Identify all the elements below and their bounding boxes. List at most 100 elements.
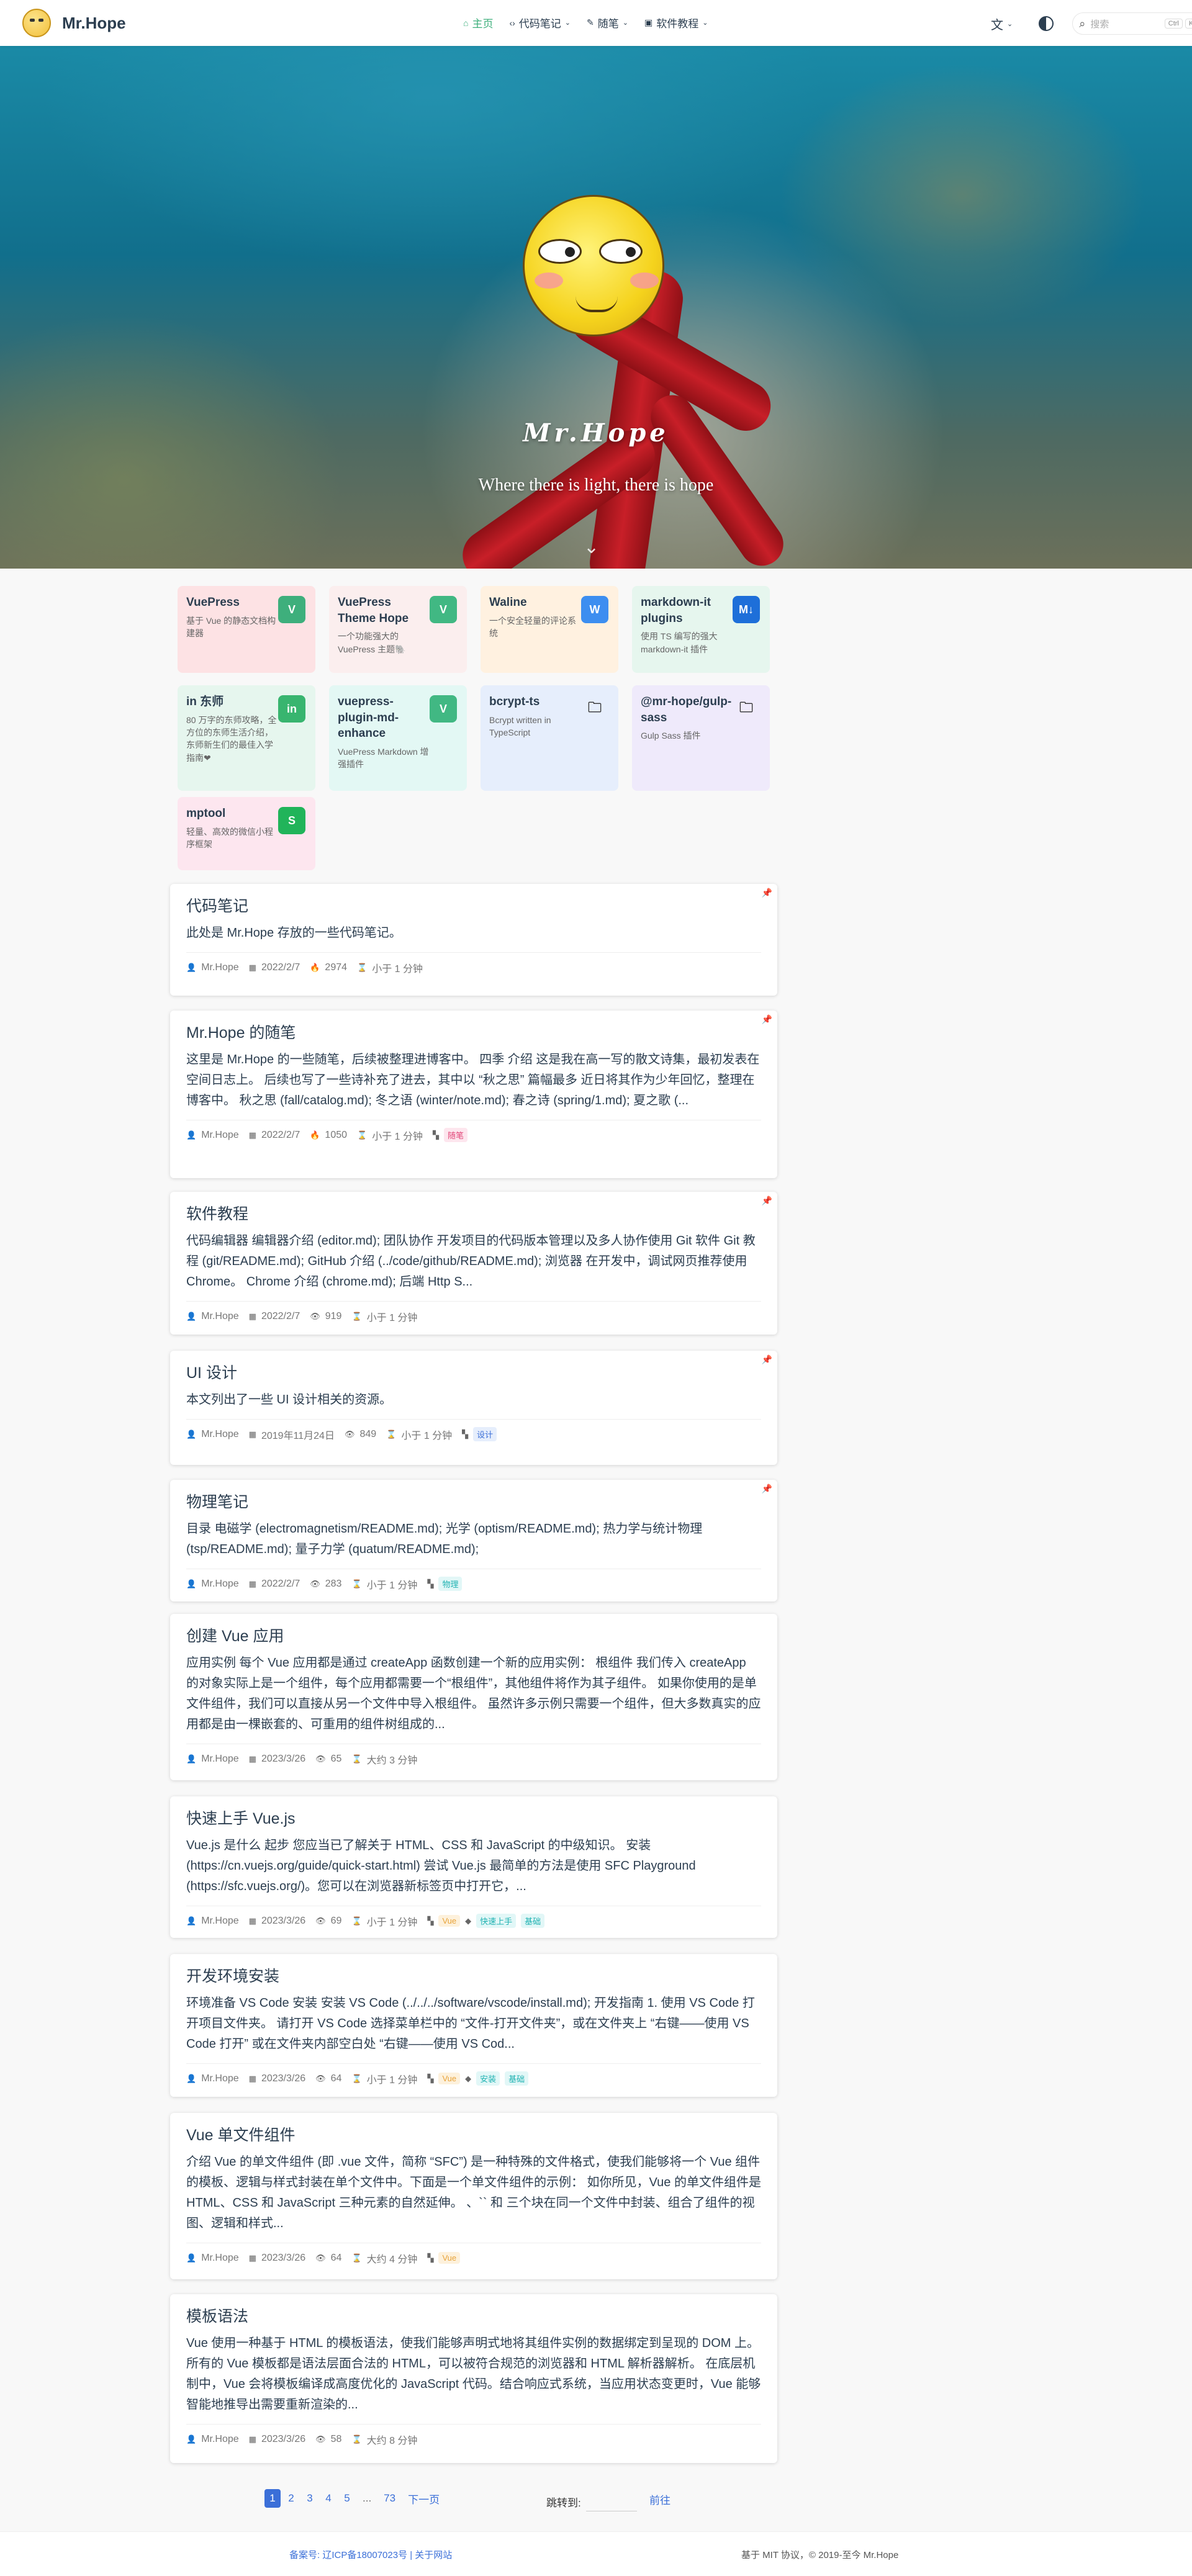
- date-value: 2022/2/7: [261, 961, 300, 973]
- search-box[interactable]: ⌕ 搜索 Ctrl K: [1072, 12, 1192, 35]
- article-excerpt: 代码编辑器 编辑器介绍 (editor.md); 团队协作 开发项目的代码版本管…: [186, 1233, 756, 1289]
- reading-time-value: 小于 1 分钟: [366, 2074, 418, 2086]
- pagination: 1 2 3 4 5... 73 下一页: [264, 2489, 447, 2508]
- project-card[interactable]: Waline 一个安全轻量的评论系统 W: [481, 586, 618, 673]
- article-title[interactable]: 快速上手 Vue.js: [186, 1809, 761, 1829]
- user-icon: 👤: [186, 1754, 197, 1763]
- hourglass-icon: ⌛: [351, 1578, 362, 1588]
- views: 👁 64: [315, 2253, 341, 2264]
- author[interactable]: 👤 Mr.Hope: [186, 2434, 239, 2445]
- project-card[interactable]: markdown-it plugins 使用 TS 编写的强大 markdown-…: [632, 586, 770, 673]
- language-icon[interactable]: 文: [991, 15, 1003, 33]
- category-icon: ▚: [462, 1429, 469, 1439]
- project-card[interactable]: VuePress 基于 Vue 的静态文档构建器 V: [178, 586, 315, 673]
- nav-item-3[interactable]: ▣ 软件教程 ⌄: [644, 15, 708, 30]
- brand-link[interactable]: Mr.Hope: [22, 9, 126, 37]
- next-page-button[interactable]: 下一页: [403, 2489, 445, 2508]
- nav-item-1[interactable]: ‹› 代码笔记 ⌄: [509, 15, 571, 30]
- tag-badge[interactable]: 基础: [505, 2071, 529, 2086]
- project-desc: 轻量、高效的微信小程序框架: [186, 826, 273, 849]
- tag-badge[interactable]: 快速上手: [476, 1914, 517, 1928]
- author[interactable]: 👤 Mr.Hope: [186, 2073, 239, 2084]
- page-3[interactable]: 3: [302, 2489, 318, 2508]
- article-title[interactable]: Mr.Hope 的随笔: [186, 1023, 761, 1043]
- project-name: markdown-it plugins: [641, 596, 711, 625]
- author[interactable]: 👤 Mr.Hope: [186, 1754, 239, 1765]
- project-card[interactable]: bcrypt-ts Bcrypt written in TypeScript 🗀: [481, 685, 618, 791]
- article-card[interactable]: 快速上手 Vue.js Vue.js 是什么 起步 您应当已了解关于 HTML、C…: [170, 1796, 777, 1938]
- author[interactable]: 👤 Mr.Hope: [186, 1429, 239, 1440]
- article-excerpt: 介绍 Vue 的单文件组件 (即 .vue 文件，简称 “SFC”) 是一种特殊…: [186, 2155, 761, 2230]
- article-card[interactable]: Vue 单文件组件介绍 Vue 的单文件组件 (即 .vue 文件，简称 “SF…: [170, 2113, 777, 2279]
- article-title[interactable]: 开发环境安装: [186, 1966, 761, 1987]
- article-title[interactable]: UI 设计: [186, 1363, 761, 1384]
- article-meta: 👤 Mr.Hope ▦ 2022/2/7 👁 283 ⌛ 小于 1 分钟 ▚ 物理: [186, 1577, 761, 1592]
- go-button[interactable]: 前往: [649, 2492, 670, 2507]
- hourglass-icon: ⌛: [351, 2073, 362, 2083]
- project-card[interactable]: in 东师 80 万字的东师攻略，全方位的东师生活介绍，东师新生们的最佳入学指南❤…: [178, 685, 315, 791]
- page-4[interactable]: 4: [320, 2489, 336, 2508]
- calendar-icon: ▦: [248, 2073, 256, 2083]
- nav-item-0[interactable]: ⌂ 主页: [463, 15, 493, 30]
- article-title[interactable]: 模板语法: [186, 2307, 761, 2327]
- category-badge[interactable]: 随笔: [444, 1128, 468, 1142]
- kbd-ctrl: Ctrl: [1164, 19, 1183, 29]
- category-badge[interactable]: Vue: [438, 1915, 461, 1927]
- article-title[interactable]: 软件教程: [186, 1204, 761, 1225]
- article-card[interactable]: 创建 Vue 应用 应用实例 每个 Vue 应用都是通过 createApp 函数…: [170, 1614, 777, 1780]
- author[interactable]: 👤 Mr.Hope: [186, 2253, 239, 2264]
- project-card[interactable]: mptool 轻量、高效的微信小程序框架 S: [178, 797, 315, 870]
- search-placeholder: 搜索: [1090, 19, 1109, 30]
- theme-toggle-icon[interactable]: [1039, 16, 1054, 31]
- nav-item-2[interactable]: ✎ 随笔 ⌄: [587, 15, 628, 30]
- jump-input[interactable]: [585, 2492, 637, 2511]
- tag-badge[interactable]: 基础: [521, 1914, 545, 1928]
- category-badge[interactable]: 物理: [438, 1577, 463, 1591]
- category-badge[interactable]: Vue: [438, 2073, 461, 2084]
- divider: [186, 952, 761, 953]
- views-count: 849: [359, 1428, 377, 1439]
- article-title[interactable]: 物理笔记: [186, 1492, 761, 1513]
- article-title[interactable]: 创建 Vue 应用: [186, 1626, 761, 1647]
- category-badge[interactable]: Vue: [438, 2252, 461, 2264]
- in-nenu-icon: in: [278, 695, 305, 723]
- article-card[interactable]: 📌 代码笔记 此处是 Mr.Hope 存放的一些代码笔记。 👤 Mr.Hope ▦ 2022…: [170, 884, 777, 996]
- md-enhance-icon: V: [430, 695, 457, 723]
- author[interactable]: 👤 Mr.Hope: [186, 962, 239, 973]
- author[interactable]: 👤 Mr.Hope: [186, 1916, 239, 1927]
- article-card[interactable]: 开发环境安装 环境准备 VS Code 安装 安装 VS Code (../../…: [170, 1954, 777, 2097]
- article-title[interactable]: Vue 单文件组件: [186, 2125, 761, 2146]
- author[interactable]: 👤 Mr.Hope: [186, 1578, 239, 1590]
- pin-icon: 📌: [761, 1484, 772, 1493]
- footer-links[interactable]: 备案号: 辽ICP备18007023号 | 关于网站: [289, 2548, 452, 2561]
- article-card[interactable]: 📌 软件教程 代码编辑器 编辑器介绍 (editor.md); 团队协作 开发项目的…: [170, 1192, 777, 1335]
- nav-item-label: 随笔: [597, 18, 619, 30]
- tag-badge[interactable]: 安装: [476, 2071, 500, 2086]
- article-card[interactable]: 📌 物理笔记 目录 电磁学 (electromagnetism/README.md)…: [170, 1480, 777, 1601]
- page-1[interactable]: 1: [264, 2489, 281, 2508]
- article-card[interactable]: 📌 Mr.Hope 的随笔 这里是 Mr.Hope 的一些随笔，后续被整理进博客中。…: [170, 1011, 777, 1178]
- date-value: 2023/3/26: [261, 2252, 306, 2263]
- hero-tagline: Where there is light, there is hope: [478, 475, 714, 495]
- folder-icon: 🗀: [739, 700, 753, 715]
- hourglass-icon: ⌛: [357, 962, 368, 972]
- page-73[interactable]: 73: [379, 2489, 400, 2508]
- scroll-down-icon[interactable]: ⌄: [584, 536, 599, 558]
- project-card[interactable]: VuePress Theme Hope 一个功能强大的 VuePress 主题🐘 V: [329, 586, 467, 673]
- page-5[interactable]: 5: [339, 2489, 355, 2508]
- pin-icon: 📌: [761, 1014, 772, 1024]
- article-meta: 👤 Mr.Hope ▦ 2022/2/7 🔥 2974 ⌛ 小于 1 分钟: [186, 960, 761, 975]
- article-card[interactable]: 模板语法 Vue 使用一种基于 HTML 的模板语法，使我们能够声明式地将其组件实…: [170, 2294, 777, 2463]
- article-meta: 👤 Mr.Hope ▦ 2023/3/26 👁 64 ⌛ 小于 1 分钟 ▚ Vue ◆ 安装 基础: [186, 2071, 761, 2086]
- project-card[interactable]: vuepress-plugin-md-enhance VuePress Markd…: [329, 685, 467, 791]
- author[interactable]: 👤 Mr.Hope: [186, 1311, 239, 1322]
- article-title[interactable]: 代码笔记: [186, 896, 761, 917]
- views: 👁 919: [310, 1311, 341, 1322]
- page-2[interactable]: 2: [283, 2489, 299, 2508]
- author[interactable]: 👤 Mr.Hope: [186, 1130, 239, 1141]
- article-card[interactable]: 📌 UI 设计 本文列出了一些 UI 设计相关的资源。 👤 Mr.Hope ▦ 2019年1…: [170, 1351, 777, 1465]
- category-badge[interactable]: 设计: [473, 1427, 497, 1441]
- project-card[interactable]: @mr-hope/gulp-sass Gulp Sass 插件 🗀: [632, 685, 770, 791]
- hourglass-icon: ⌛: [351, 2253, 362, 2263]
- date-value: 2023/3/26: [261, 1753, 306, 1764]
